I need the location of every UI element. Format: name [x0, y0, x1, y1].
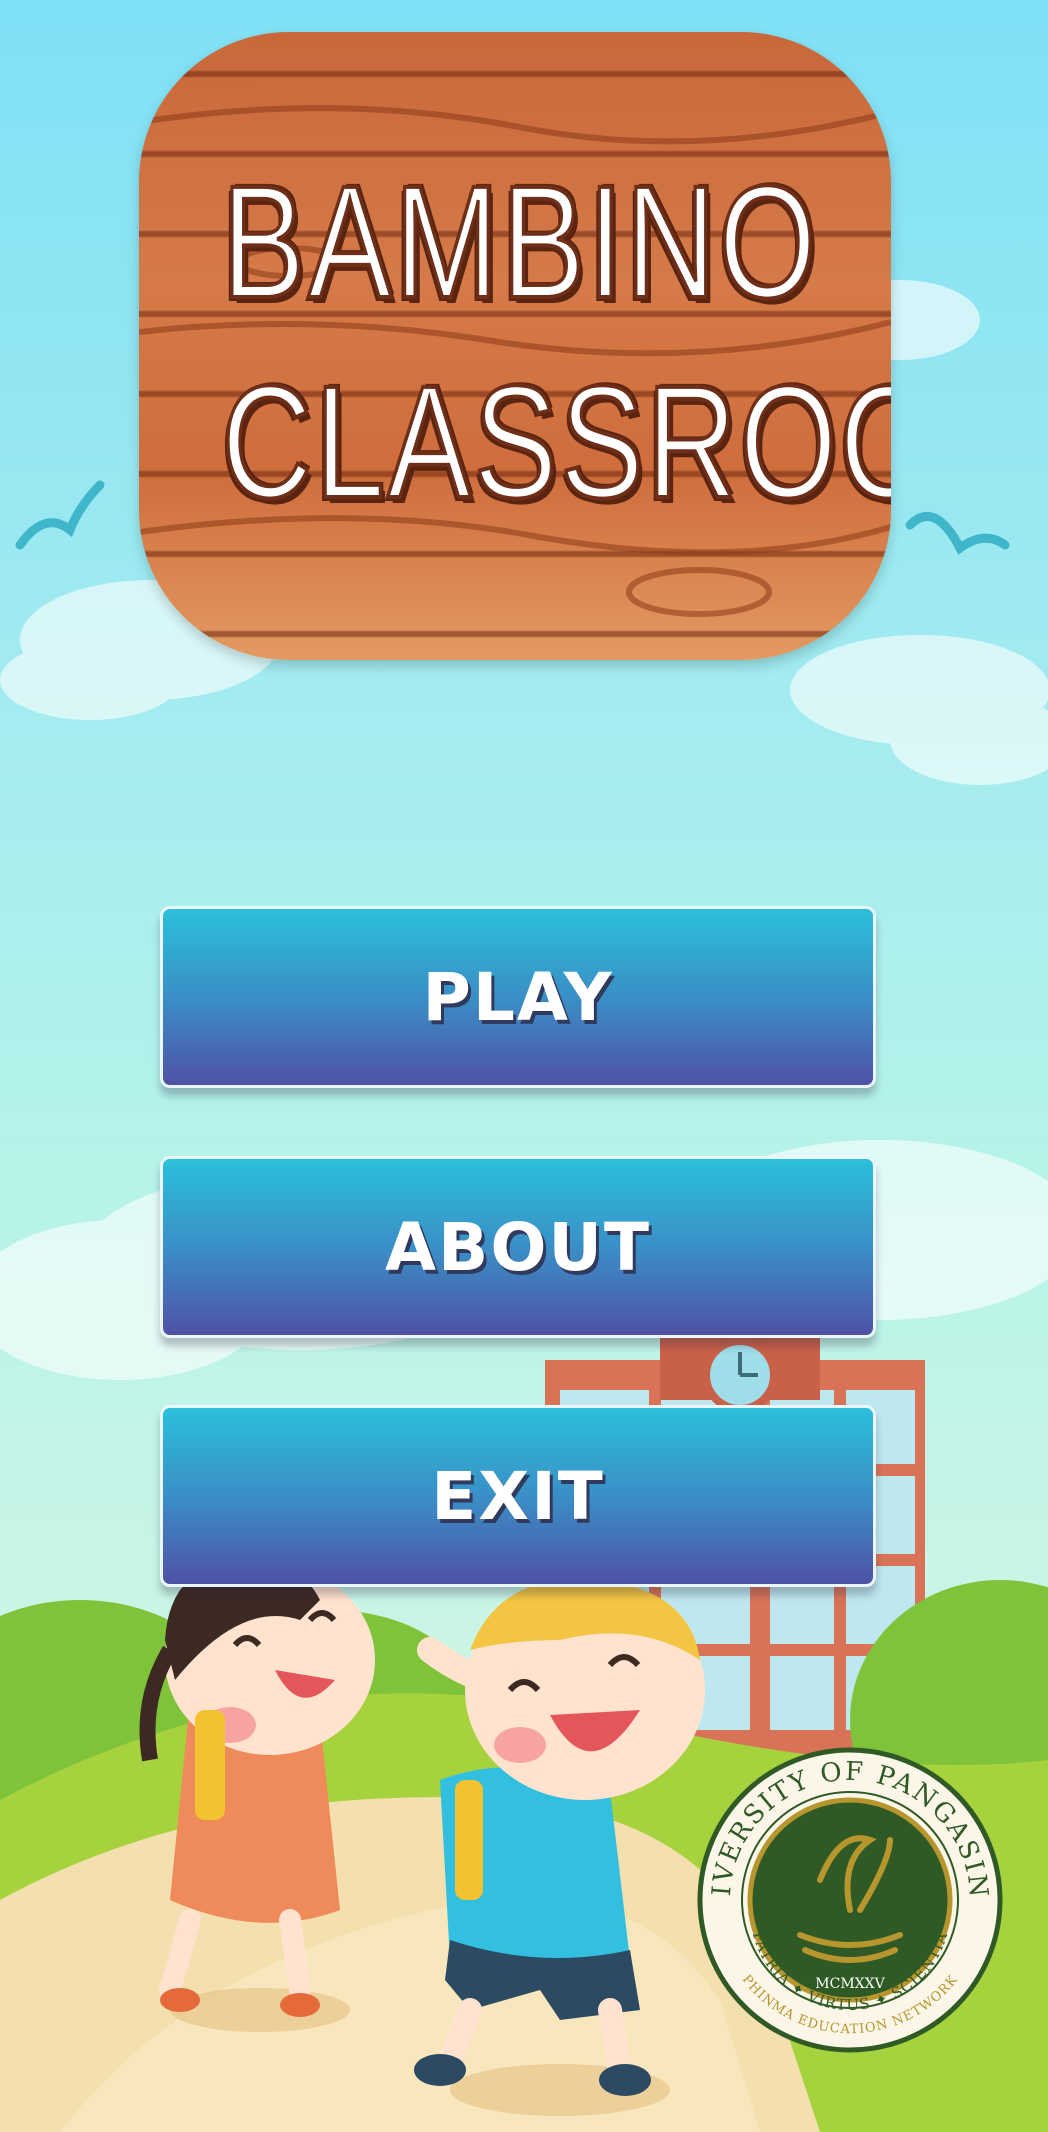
- exit-button-label: EXIT: [431, 1457, 605, 1535]
- wood-grain: [139, 105, 891, 617]
- title-line-2: CLASSROOM: [220, 350, 891, 533]
- play-button[interactable]: PLAY: [160, 906, 876, 1088]
- title-line-1: BAMBINO: [220, 150, 820, 333]
- exit-button[interactable]: EXIT: [160, 1405, 876, 1587]
- about-button-label: ABOUT: [384, 1208, 652, 1286]
- about-button[interactable]: ABOUT: [160, 1156, 876, 1338]
- seal-year: MCMXXV: [815, 1976, 885, 1992]
- title-sign: BAMBINO CLASSROOM: [139, 32, 891, 660]
- game-main-menu: BAMBINO CLASSROOM PLAY ABOUT EXIT UNIVER…: [0, 0, 1048, 2132]
- university-seal-logo: UNIVERSITY OF PANGASINAN PATRIA ✦ VIRTUS…: [690, 1740, 1003, 2053]
- play-button-label: PLAY: [422, 958, 614, 1036]
